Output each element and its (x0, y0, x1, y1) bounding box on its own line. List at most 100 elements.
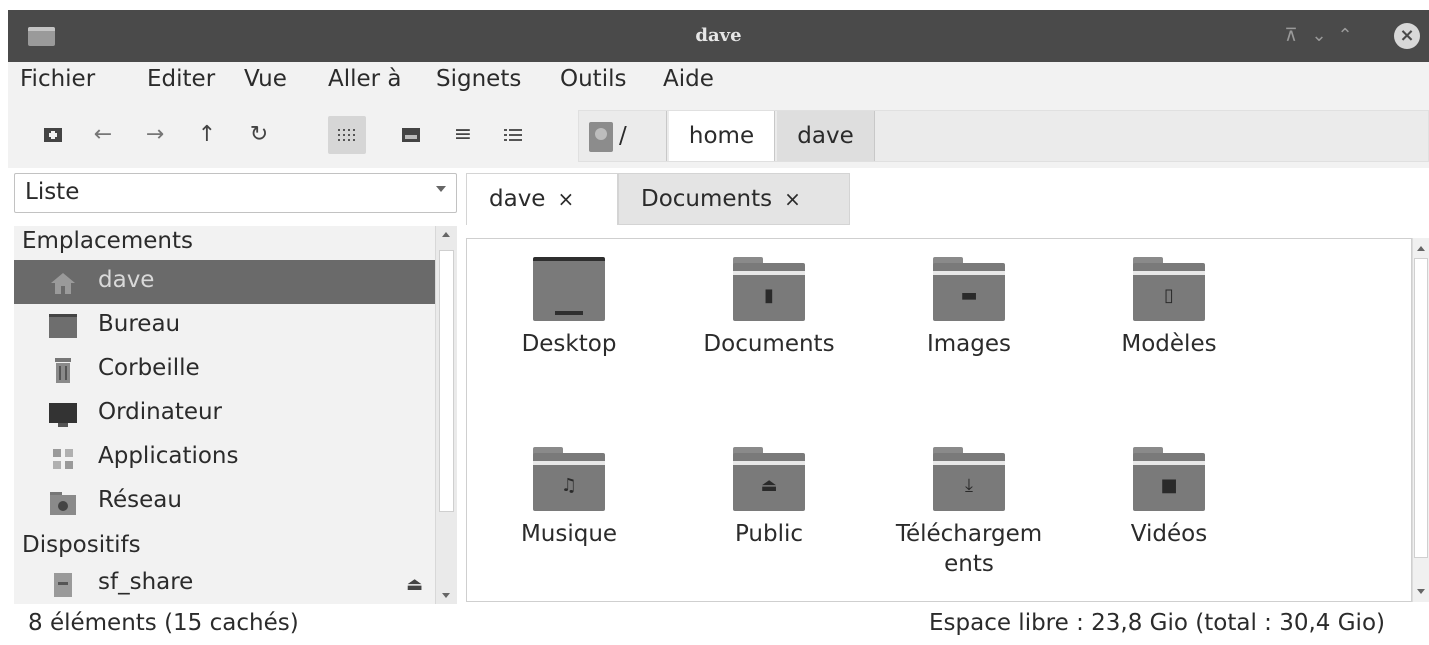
detailed-list-button[interactable] (494, 116, 532, 154)
sidebar-mode-select[interactable]: Liste (14, 173, 457, 213)
file-name: Desktop (521, 331, 617, 357)
file-name: Public (734, 521, 804, 547)
scroll-up-icon[interactable] (1417, 246, 1425, 251)
drive-icon (589, 121, 613, 152)
window-title: dave (695, 25, 742, 46)
scrollbar-thumb[interactable] (439, 250, 454, 512)
menu-aide[interactable]: Aide (663, 66, 714, 92)
drive-icon (54, 573, 72, 597)
file-name-line: ents (944, 551, 994, 577)
new-tab-icon (44, 128, 62, 142)
sidebar-item-label: sf_share (98, 569, 194, 595)
menu-fichier[interactable]: Fichier (20, 66, 95, 92)
desktop-folder-icon (533, 257, 605, 321)
menu-aller[interactable]: Aller à (328, 66, 402, 92)
status-free-space: Espace libre : 23,8 Gio (total : 30,4 Gi… (928, 610, 1385, 636)
back-button[interactable]: ← (84, 116, 122, 154)
videos-folder-icon: ■ (1133, 447, 1205, 511)
file-name: Vidéos (1130, 521, 1208, 547)
forward-button[interactable]: → (136, 116, 174, 154)
sidebar-item-label: Corbeille (98, 355, 200, 381)
title-bar: dave ⊼ ⌄ ⌃ × (8, 10, 1429, 62)
scroll-down-icon[interactable] (442, 593, 450, 598)
sidebar-item-label: Réseau (98, 487, 182, 513)
menu-bar: Fichier Editer Vue Aller à Signets Outil… (8, 62, 1429, 104)
file-item[interactable]: ■ Vidéos (1079, 447, 1259, 549)
file-item[interactable]: ▯ Modèles (1079, 257, 1259, 359)
reload-icon: ↻ (249, 122, 269, 147)
file-item[interactable]: ⤓ Téléchargem ents (879, 447, 1059, 579)
minimize-icon[interactable]: ⌄ (1308, 24, 1330, 48)
menu-signets[interactable]: Signets (436, 66, 521, 92)
sidebar-item-sf-share[interactable]: sf_share ⏏ (14, 562, 435, 606)
desktop-icon (49, 314, 77, 338)
network-icon (50, 492, 76, 515)
templates-folder-icon: ▯ (1133, 257, 1205, 321)
devices-header: Dispositifs (22, 532, 141, 558)
compact-list-icon: ≡ (453, 122, 473, 147)
computer-icon (49, 403, 77, 427)
new-tab-button[interactable] (34, 116, 72, 154)
sidebar-scrollbar[interactable] (435, 226, 457, 604)
path-bar: / home dave (578, 110, 1429, 162)
sidebar-item-corbeille[interactable]: Corbeille (14, 348, 435, 392)
forward-arrow-icon: → (145, 122, 165, 147)
file-item[interactable]: ⏏ Public (679, 447, 859, 549)
menu-outils[interactable]: Outils (560, 66, 626, 92)
file-name: Téléchargem ents (879, 519, 1059, 579)
icon-view-icon (338, 129, 355, 141)
chevron-down-icon (436, 186, 446, 192)
sidebar-item-applications[interactable]: Applications (14, 436, 435, 480)
close-tab-icon[interactable]: × (784, 187, 801, 211)
close-window-button[interactable]: × (1394, 23, 1420, 49)
keep-above-icon[interactable]: ⊼ (1280, 24, 1302, 48)
up-arrow-icon: ↑ (197, 122, 217, 147)
music-folder-icon: ♫ (533, 447, 605, 511)
sidebar-item-label: Ordinateur (98, 399, 223, 425)
path-root-button[interactable]: / (579, 111, 667, 161)
compact-view-button[interactable]: ≡ (444, 116, 482, 154)
tab-dave[interactable]: dave × (466, 173, 618, 225)
sidebar-item-ordinateur[interactable]: Ordinateur (14, 392, 435, 436)
downloads-folder-icon: ⤓ (933, 447, 1005, 511)
documents-folder-icon: ▮ (733, 257, 805, 321)
file-item[interactable]: ♫ Musique (479, 447, 659, 549)
status-item-count: 8 éléments (15 cachés) (28, 610, 299, 636)
file-item[interactable]: Desktop (479, 257, 659, 359)
tab-label: Documents (641, 186, 773, 212)
file-name: Modèles (1121, 331, 1217, 357)
scroll-down-icon[interactable] (1417, 589, 1425, 594)
path-segment-dave[interactable]: dave (777, 111, 875, 161)
file-item[interactable]: ▮ Documents (679, 257, 859, 359)
icon-view-button[interactable] (328, 116, 366, 154)
home-icon (51, 273, 75, 294)
maximize-icon[interactable]: ⌃ (1334, 24, 1356, 48)
menu-vue[interactable]: Vue (244, 66, 287, 92)
sidebar-item-label: dave (98, 267, 155, 293)
menu-editer[interactable]: Editer (147, 66, 215, 92)
eject-icon[interactable]: ⏏ (406, 574, 423, 595)
file-view[interactable]: Desktop ▮ Documents ▬ Images ▯ Modèles ♫… (466, 238, 1412, 602)
reload-button[interactable]: ↻ (240, 116, 278, 154)
up-button[interactable]: ↑ (188, 116, 226, 154)
applications-icon (53, 449, 73, 469)
file-view-scrollbar[interactable] (1412, 238, 1429, 602)
sidebar-item-dave[interactable]: dave (14, 260, 435, 304)
thumbnail-view-button[interactable] (392, 116, 430, 154)
sidebar: Emplacements dave Bureau Corbeille Ordin… (14, 226, 457, 604)
file-item[interactable]: ▬ Images (879, 257, 1059, 359)
public-folder-icon: ⏏ (733, 447, 805, 511)
file-name: Documents (703, 331, 835, 357)
sidebar-item-reseau[interactable]: Réseau (14, 480, 435, 524)
close-tab-icon[interactable]: × (557, 187, 574, 211)
scroll-up-icon[interactable] (442, 232, 450, 237)
trash-icon (55, 358, 71, 383)
sidebar-item-bureau[interactable]: Bureau (14, 304, 435, 348)
path-segment-home[interactable]: home (669, 111, 775, 161)
toolbar: ← → ↑ ↻ ≡ / home dave (8, 104, 1429, 168)
sidebar-mode-value: Liste (25, 179, 80, 205)
tab-label: dave (489, 186, 546, 212)
sidebar-item-label: Bureau (98, 311, 181, 337)
scrollbar-thumb[interactable] (1414, 258, 1428, 558)
tab-documents[interactable]: Documents × (618, 173, 850, 225)
